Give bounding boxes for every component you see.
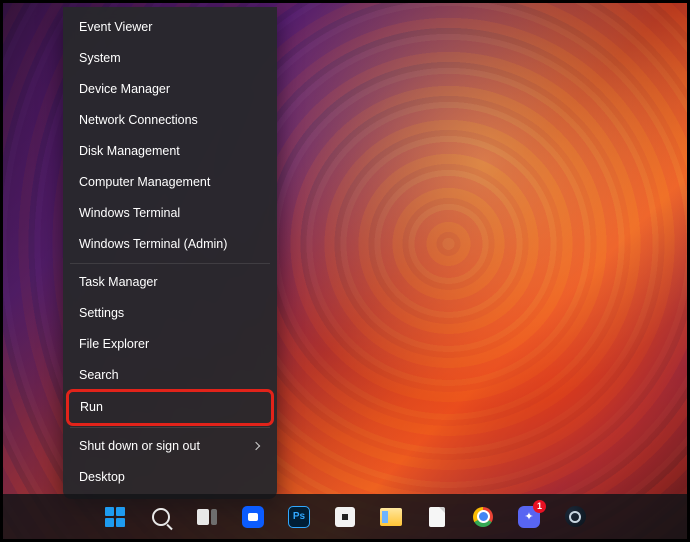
menu-label: Disk Management <box>79 144 180 159</box>
annotation-highlight: Run <box>66 389 274 426</box>
menu-label: Windows Terminal (Admin) <box>79 237 227 252</box>
taskbar-app-discord[interactable]: 1 <box>511 499 547 535</box>
menu-item-device-manager[interactable]: Device Manager <box>68 74 272 105</box>
menu-label: Windows Terminal <box>79 206 180 221</box>
menu-item-event-viewer[interactable]: Event Viewer <box>68 12 272 43</box>
steam-icon <box>565 506 586 527</box>
menu-label: Run <box>80 400 103 415</box>
menu-item-settings[interactable]: Settings <box>68 298 272 329</box>
menu-item-windows-terminal[interactable]: Windows Terminal <box>68 198 272 229</box>
taskbar-app-roblox[interactable] <box>327 499 363 535</box>
taskbar-app-zoom[interactable] <box>235 499 271 535</box>
menu-item-shutdown[interactable]: Shut down or sign out <box>68 431 272 462</box>
chrome-icon <box>473 507 493 527</box>
menu-item-computer-management[interactable]: Computer Management <box>68 167 272 198</box>
zoom-icon <box>242 506 264 528</box>
menu-item-task-manager[interactable]: Task Manager <box>68 267 272 298</box>
menu-label: Shut down or sign out <box>79 439 200 454</box>
task-view-button[interactable] <box>189 499 225 535</box>
windows-logo-icon <box>105 507 125 527</box>
menu-item-desktop[interactable]: Desktop <box>68 462 272 493</box>
menu-item-file-explorer[interactable]: File Explorer <box>68 329 272 360</box>
task-view-icon <box>197 509 217 525</box>
menu-label: Computer Management <box>79 175 210 190</box>
taskbar-app-notepad[interactable] <box>419 499 455 535</box>
menu-label: Device Manager <box>79 82 170 97</box>
folder-icon <box>380 508 402 526</box>
taskbar-app-chrome[interactable] <box>465 499 501 535</box>
notification-badge: 1 <box>533 500 546 513</box>
taskbar: Ps 1 <box>3 494 687 539</box>
roblox-icon <box>335 507 355 527</box>
taskbar-app-photoshop[interactable]: Ps <box>281 499 317 535</box>
menu-label: Search <box>79 368 119 383</box>
menu-label: Task Manager <box>79 275 158 290</box>
search-icon <box>152 508 170 526</box>
menu-label: Settings <box>79 306 124 321</box>
menu-item-system[interactable]: System <box>68 43 272 74</box>
menu-label: File Explorer <box>79 337 149 352</box>
winx-power-user-menu: Event Viewer System Device Manager Netwo… <box>63 7 277 499</box>
chevron-right-icon <box>251 442 261 452</box>
taskbar-app-file-explorer[interactable] <box>373 499 409 535</box>
menu-label: System <box>79 51 121 66</box>
menu-item-disk-management[interactable]: Disk Management <box>68 136 272 167</box>
menu-item-search[interactable]: Search <box>68 360 272 391</box>
file-icon <box>429 507 445 527</box>
menu-item-windows-terminal-admin[interactable]: Windows Terminal (Admin) <box>68 229 272 260</box>
search-button[interactable] <box>143 499 179 535</box>
menu-label: Event Viewer <box>79 20 152 35</box>
taskbar-app-steam[interactable] <box>557 499 593 535</box>
menu-item-run[interactable]: Run <box>69 392 271 423</box>
photoshop-icon: Ps <box>288 506 310 528</box>
menu-separator <box>70 263 270 264</box>
menu-label: Desktop <box>79 470 125 485</box>
menu-label: Network Connections <box>79 113 198 128</box>
menu-item-network-connections[interactable]: Network Connections <box>68 105 272 136</box>
menu-separator <box>70 427 270 428</box>
start-button[interactable] <box>97 499 133 535</box>
